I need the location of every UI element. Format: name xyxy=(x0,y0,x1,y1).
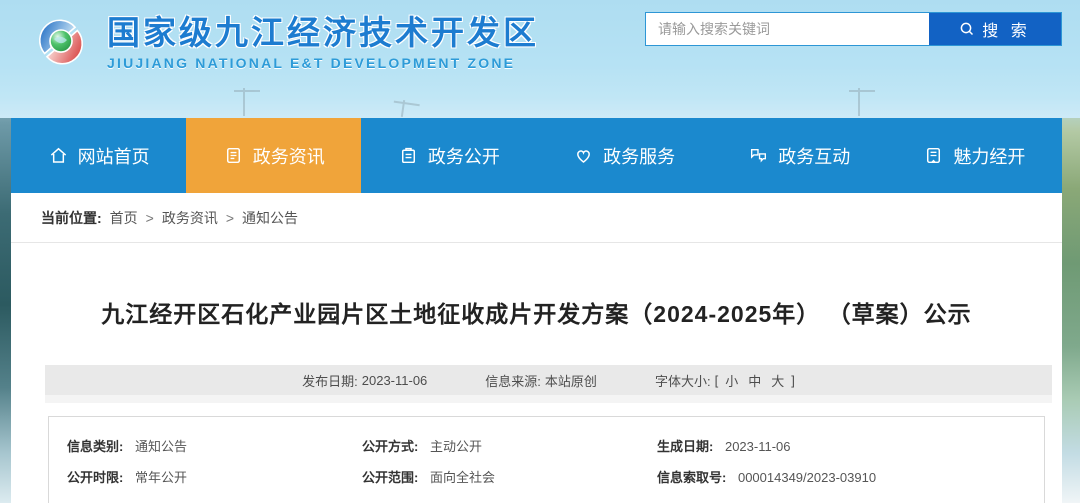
page-background-photo-left xyxy=(0,90,11,503)
article-title: 九江经开区石化产业园片区土地征收成片开发方案（2024-2025年） （草案）公… xyxy=(101,301,972,327)
font-size-large-button[interactable]: 大 xyxy=(768,371,787,390)
nav-item-label: 政务资讯 xyxy=(252,146,325,167)
breadcrumb-separator: > xyxy=(145,209,154,226)
font-size-control: 字体大小: [ 小 中 大 ] xyxy=(655,371,795,390)
bracket: ] xyxy=(791,372,795,388)
info-source: 信息来源: 本站原创 xyxy=(485,371,597,390)
nav-item-label: 政务互动 xyxy=(778,146,851,167)
breadcrumb-separator: > xyxy=(225,209,235,226)
breadcrumb-link-home[interactable]: 首页 xyxy=(110,208,138,228)
font-size-medium-button[interactable]: 中 xyxy=(745,371,764,390)
crane-silhouette xyxy=(400,99,406,118)
publish-date-value: 2023-11-06 xyxy=(361,372,428,388)
bracket: [ xyxy=(714,372,719,388)
info-open-term: 公开时限: 常年公开 xyxy=(67,467,362,486)
nav-item-label: 政务服务 xyxy=(603,146,676,167)
breadcrumb-link-news[interactable]: 政务资讯 xyxy=(162,208,218,228)
info-index-no: 信息索取号: 000014349/2023-03910 xyxy=(657,467,1044,486)
nav-item-charm[interactable]: 魅力经开 xyxy=(887,118,1062,193)
article-info-table: 信息类别: 通知公告 公开方式: 主动公开 生成日期: 2023-11-06 公… xyxy=(48,416,1045,503)
site-banner: 国家级九江经济技术开发区 JIUJIANG NATIONAL E&T DEVEL… xyxy=(0,0,1080,118)
nav-item-label: 政务公开 xyxy=(427,146,500,167)
info-open-scope: 公开范围: 面向全社会 xyxy=(362,467,657,486)
breadcrumb-label: 当前位置: xyxy=(41,209,102,226)
article-content: 九江经开区石化产业园片区土地征收成片开发方案（2024-2025年） （草案）公… xyxy=(11,243,1062,503)
site-title-en: JIUJIANG NATIONAL E&T DEVELOPMENT ZONE xyxy=(107,54,516,71)
site-title-cn: 国家级九江经济技术开发区 xyxy=(107,13,539,51)
info-source-label: 信息来源: xyxy=(485,373,541,389)
info-index-no-value: 000014349/2023-03910 xyxy=(737,470,877,485)
breadcrumb: 当前位置: 首页 > 政务资讯 > 通知公告 xyxy=(11,193,1062,243)
publish-date: 发布日期: 2023-11-06 xyxy=(302,371,427,390)
info-gen-date: 生成日期: 2023-11-06 xyxy=(657,436,1044,455)
main-nav: 网站首页 政务资讯 政务公开 政务服务 政务互动 魅力经开 xyxy=(11,118,1062,193)
info-open-term-label: 公开时限: xyxy=(67,470,124,485)
site-brand: 国家级九江经济技术开发区 JIUJIANG NATIONAL E&T DEVEL… xyxy=(27,8,539,76)
search-bar: 搜 索 xyxy=(645,12,1062,46)
info-index-no-label: 信息索取号: xyxy=(657,470,727,485)
nav-item-home[interactable]: 网站首页 xyxy=(11,118,186,193)
search-button[interactable]: 搜 索 xyxy=(929,13,1061,45)
crane-silhouette xyxy=(234,88,260,116)
info-gen-date-label: 生成日期: xyxy=(657,439,714,454)
site-logo-icon xyxy=(38,19,84,65)
crane-silhouette xyxy=(849,88,875,116)
font-size-label: 字体大小: xyxy=(654,373,711,389)
page-background-photo-right xyxy=(1062,90,1080,503)
info-open-scope-value: 面向全社会 xyxy=(429,470,495,485)
nav-item-disclosure[interactable]: 政务公开 xyxy=(361,118,536,193)
info-category: 信息类别: 通知公告 xyxy=(67,436,362,455)
info-category-value: 通知公告 xyxy=(134,439,187,454)
font-size-small-button[interactable]: 小 xyxy=(722,371,741,390)
nav-item-interaction[interactable]: 政务互动 xyxy=(712,118,887,193)
search-button-label: 搜 索 xyxy=(982,23,1031,40)
nav-item-news[interactable]: 政务资讯 xyxy=(186,118,362,193)
search-input[interactable] xyxy=(646,13,929,45)
info-source-value: 本站原创 xyxy=(544,373,597,389)
info-open-mode-label: 公开方式: xyxy=(362,439,419,454)
info-open-mode: 公开方式: 主动公开 xyxy=(362,436,657,455)
nav-item-label: 网站首页 xyxy=(77,146,150,167)
info-gen-date-value: 2023-11-06 xyxy=(724,439,791,454)
search-icon xyxy=(960,22,974,36)
breadcrumb-link-notices[interactable]: 通知公告 xyxy=(242,208,298,228)
nav-item-label: 魅力经开 xyxy=(953,146,1026,167)
info-open-term-value: 常年公开 xyxy=(134,470,187,485)
home-icon xyxy=(50,147,66,163)
chat-icon xyxy=(751,149,767,163)
book-icon xyxy=(927,147,941,164)
nav-item-services[interactable]: 政务服务 xyxy=(537,118,712,193)
meta-bar-shadow-strip xyxy=(45,395,1052,403)
info-open-scope-label: 公开范围: xyxy=(362,470,419,485)
clipboard-icon xyxy=(401,147,415,164)
heart-icon xyxy=(577,150,590,163)
info-category-label: 信息类别: xyxy=(67,439,124,454)
table-row: 信息类别: 通知公告 公开方式: 主动公开 生成日期: 2023-11-06 xyxy=(49,430,1044,461)
info-open-mode-value: 主动公开 xyxy=(429,439,482,454)
publish-date-label: 发布日期: xyxy=(302,373,358,389)
table-row: 公开时限: 常年公开 公开范围: 面向全社会 信息索取号: 000014349/… xyxy=(49,461,1044,492)
news-icon xyxy=(226,147,240,164)
article-meta-bar: 发布日期: 2023-11-06 信息来源: 本站原创 字体大小: [ 小 中 … xyxy=(45,365,1052,395)
